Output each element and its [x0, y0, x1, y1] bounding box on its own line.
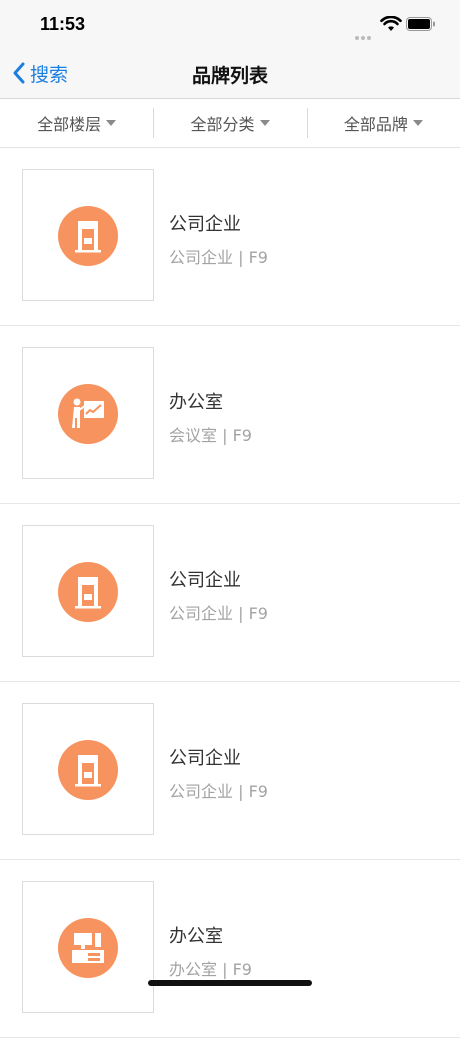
item-subtitle: 公司企业 | F9	[169, 782, 268, 801]
caret-down-icon	[106, 120, 117, 126]
battery-icon	[406, 17, 435, 31]
item-subtitle: 公司企业 | F9	[169, 604, 268, 623]
filter-floor-label: 全部楼层	[37, 115, 102, 134]
item-name: 办公室	[169, 392, 223, 413]
brand-thumbnail	[22, 347, 154, 479]
filter-bar: 全部楼层 全部分类 全部品牌	[0, 99, 460, 148]
item-name: 公司企业	[169, 748, 241, 769]
list-item[interactable]: 公司企业 公司企业 | F9	[0, 682, 460, 860]
list-item[interactable]: 公司企业 公司企业 | F9	[0, 504, 460, 682]
caret-down-icon	[412, 120, 423, 126]
building-icon	[58, 206, 118, 266]
signal-icon	[355, 25, 377, 59]
wifi-icon	[380, 16, 402, 31]
item-name: 公司企业	[169, 214, 241, 235]
filter-floor[interactable]: 全部楼层	[0, 99, 153, 147]
item-subtitle: 会议室 | F9	[169, 426, 252, 445]
list-item[interactable]: 公司企业 公司企业 | F9	[0, 148, 460, 326]
list-item[interactable]: 办公室 会议室 | F9	[0, 326, 460, 504]
filter-brand-label: 全部品牌	[343, 115, 408, 134]
status-time: 11:53	[40, 14, 86, 34]
navigation-bar: 搜索 品牌列表	[0, 48, 460, 99]
filter-brand[interactable]: 全部品牌	[306, 99, 460, 147]
filter-category-label: 全部分类	[190, 115, 255, 134]
item-subtitle: 公司企业 | F9	[169, 248, 268, 267]
list-item[interactable]: 办公室 办公室 | F9	[0, 860, 460, 1038]
filter-category[interactable]: 全部分类	[153, 99, 306, 147]
status-bar: 11:53	[0, 0, 460, 59]
brand-thumbnail	[22, 169, 154, 301]
building-icon	[58, 562, 118, 622]
item-name: 公司企业	[169, 570, 241, 591]
item-name: 办公室	[169, 926, 223, 947]
page-title: 品牌列表	[191, 65, 268, 87]
item-subtitle: 办公室 | F9	[169, 960, 252, 979]
home-indicator[interactable]	[148, 980, 312, 986]
building-icon	[58, 740, 118, 800]
brand-thumbnail	[22, 703, 154, 835]
brand-list: 公司企业 公司企业 | F9 办公室 会议室 | F9 公司企业 公司企业 | …	[0, 148, 460, 1038]
office-desk-icon	[58, 918, 118, 978]
caret-down-icon	[259, 120, 270, 126]
brand-thumbnail	[22, 525, 154, 657]
presentation-icon	[58, 384, 118, 444]
brand-thumbnail	[22, 881, 154, 1013]
